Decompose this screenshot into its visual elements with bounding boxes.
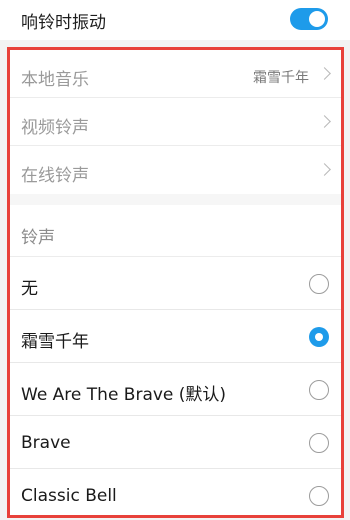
ringtone-list: 铃声 无 霜雪千年 We Are The Brave (默认) Brave Cl… (10, 205, 341, 515)
section-title: 铃声 (21, 228, 55, 248)
ringtone-label: Brave (21, 433, 71, 453)
chevron-right-icon (318, 163, 331, 176)
source-label: 本地音乐 (21, 70, 89, 90)
source-label: 在线铃声 (21, 166, 89, 186)
chevron-right-icon (318, 67, 331, 80)
ringtone-option[interactable]: 霜雪千年 (10, 310, 341, 363)
source-current-value: 霜雪千年 (253, 70, 309, 86)
ringtone-label: We Are The Brave (默认) (21, 385, 227, 405)
ringtone-option[interactable]: 无 (10, 257, 341, 310)
ringtone-label: 无 (21, 279, 38, 299)
ringtone-option[interactable]: Classic Bell (10, 469, 341, 515)
source-label: 视频铃声 (21, 118, 89, 138)
ringtone-label: Classic Bell (21, 486, 117, 506)
radio-button[interactable] (309, 486, 329, 506)
radio-button[interactable] (309, 380, 329, 400)
ringtone-label: 霜雪千年 (21, 332, 89, 352)
ringtone-option[interactable]: Brave (10, 416, 341, 469)
source-row-local-music[interactable]: 本地音乐 霜雪千年 (10, 50, 341, 98)
toggle-knob (309, 11, 325, 27)
radio-button[interactable] (309, 327, 329, 347)
ringtone-option[interactable]: We Are The Brave (默认) (10, 363, 341, 416)
source-row-online-ringtone[interactable]: 在线铃声 (10, 146, 341, 194)
ringtone-settings-screen: 响铃时振动 本地音乐 霜雪千年 视频铃声 在线铃声 铃声 无 霜雪千年 We A… (0, 0, 350, 520)
chevron-right-icon (318, 115, 331, 128)
vibrate-on-ring-row[interactable]: 响铃时振动 (0, 0, 350, 40)
radio-button[interactable] (309, 433, 329, 453)
radio-button[interactable] (309, 274, 329, 294)
highlight-frame: 本地音乐 霜雪千年 视频铃声 在线铃声 铃声 无 霜雪千年 We Are The… (7, 47, 344, 518)
ringtone-section-header: 铃声 (10, 205, 341, 257)
ringtone-source-group: 本地音乐 霜雪千年 视频铃声 在线铃声 (10, 50, 341, 194)
vibrate-toggle[interactable] (290, 8, 328, 30)
source-row-video-ringtone[interactable]: 视频铃声 (10, 98, 341, 146)
vibrate-on-ring-label: 响铃时振动 (21, 13, 106, 33)
